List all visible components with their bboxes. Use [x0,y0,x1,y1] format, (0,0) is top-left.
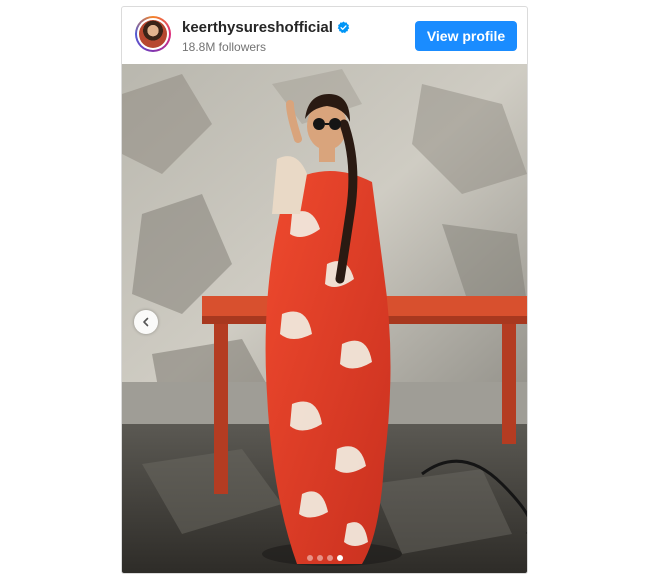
verified-badge-icon [337,21,350,34]
post-header: keerthysureshofficial 18.8M followers Vi… [122,7,527,64]
carousel-dot [316,555,323,561]
carousel-dot [326,555,333,561]
post-photo[interactable] [122,64,527,573]
follower-count: 18.8M followers [182,40,267,54]
view-profile-button[interactable]: View profile [415,21,517,51]
carousel-dot [306,555,313,561]
carousel-indicator [122,555,527,561]
chevron-left-icon [143,317,149,327]
avatar[interactable] [135,16,171,52]
photo-image [122,64,527,573]
username-link[interactable]: keerthysureshofficial [182,19,333,36]
user-info: keerthysureshofficial 18.8M followers [182,18,350,54]
instagram-embed-card: keerthysureshofficial 18.8M followers Vi… [121,6,528,574]
carousel-prev-button[interactable] [134,310,158,334]
carousel-dot-active [336,555,343,561]
